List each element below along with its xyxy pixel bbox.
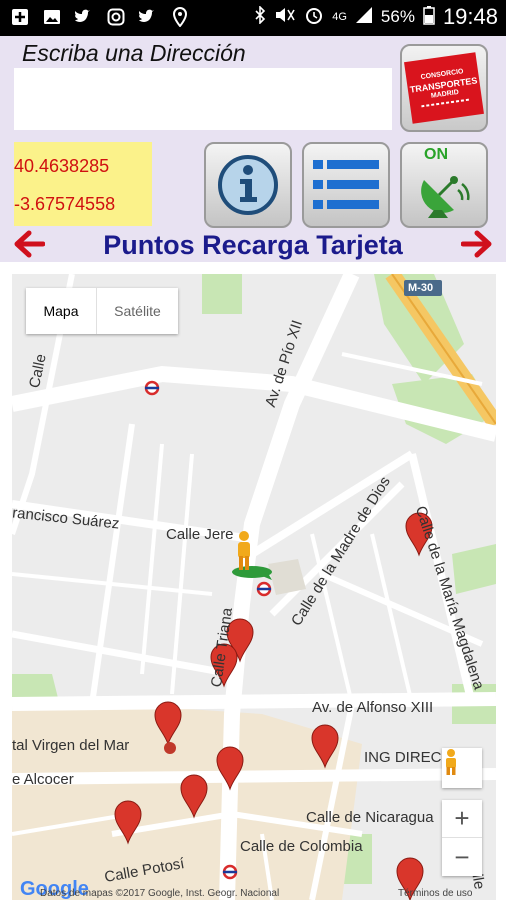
coordinates-box: 40.4638285 -3.67574558 [14, 142, 152, 226]
gps-state-label: ON [424, 146, 448, 163]
longitude-value: -3.67574558 [14, 194, 116, 214]
map-type-toggle: Mapa Satélite [26, 288, 178, 334]
signal-icon [355, 6, 373, 29]
instagram-icon [106, 6, 126, 28]
street-label-colombia: Calle de Colombia [240, 838, 363, 855]
pegman-icon [446, 749, 456, 775]
alarm-icon [304, 5, 324, 30]
map-type-satellite-button[interactable]: Satélite [96, 288, 178, 334]
control-panel: Escriba una Dirección CONSORCIO TRANSPOR… [0, 36, 506, 262]
battery-icon [423, 5, 435, 30]
mute-icon [274, 6, 296, 29]
category-title: Puntos Recarga Tarjeta [103, 230, 403, 260]
terms-link[interactable]: Términos de uso [398, 888, 472, 899]
info-icon [218, 155, 278, 215]
gps-toggle-button[interactable]: ON [400, 142, 488, 228]
list-button[interactable] [302, 142, 390, 228]
location-icon [170, 6, 190, 28]
latitude-value: 40.4638285 [14, 156, 110, 176]
street-label-alcocer: e Alcocer [12, 771, 74, 788]
address-label: Escriba una Dirección [22, 40, 246, 66]
zoom-controls: + − [442, 800, 482, 876]
twitter-icon [138, 6, 158, 28]
street-label-alfonso-xiii: Av. de Alfonso XIII [312, 699, 434, 716]
zoom-in-button[interactable]: + [442, 800, 482, 838]
map-footer: Google Datos de mapas ©2017 Google, Inst… [12, 878, 496, 900]
map-copyright: Datos de mapas ©2017 Google, Inst. Geogr… [40, 888, 280, 899]
bluetooth-icon [254, 4, 266, 29]
metro-icon [144, 380, 160, 396]
m30-label: M-30 [408, 282, 434, 294]
address-input[interactable] [14, 68, 392, 130]
place-label-virgen-del-mar: tal Virgen del Mar [12, 737, 130, 754]
status-bar: 4G 56% 19:48 [0, 0, 506, 36]
street-view-pegman-button[interactable] [442, 748, 482, 788]
metro-icon [222, 864, 238, 880]
poi-icon [164, 742, 176, 754]
consorcio-logo: CONSORCIO TRANSPORTES MADRID [404, 52, 484, 124]
street-label-nicaragua: Calle de Nicaragua [306, 809, 434, 826]
consorcio-transportes-button[interactable]: CONSORCIO TRANSPORTES MADRID [400, 44, 488, 132]
status-clock: 19:48 [442, 4, 498, 29]
plus-square-icon [10, 6, 30, 28]
zoom-out-button[interactable]: − [442, 838, 482, 876]
street-label-jeres: Calle Jere [166, 526, 234, 543]
twitter-icon [74, 6, 94, 28]
metro-icon [256, 581, 272, 597]
map-view[interactable]: M-30 Av. de Pío XII rancisco Suárez Call… [12, 274, 496, 900]
info-button[interactable] [204, 142, 292, 228]
category-nav: Puntos Recarga Tarjeta [0, 228, 506, 262]
list-icon [313, 160, 379, 209]
map-canvas [12, 274, 496, 900]
place-label-ing-direct: ING DIREC [364, 749, 442, 766]
next-arrow-icon[interactable] [460, 228, 494, 260]
map-type-map-button[interactable]: Mapa [26, 288, 96, 334]
satellite-dish-icon [421, 176, 470, 218]
network-type: 4G [332, 10, 347, 23]
battery-percent: 56% [380, 7, 415, 26]
image-icon [42, 6, 62, 28]
